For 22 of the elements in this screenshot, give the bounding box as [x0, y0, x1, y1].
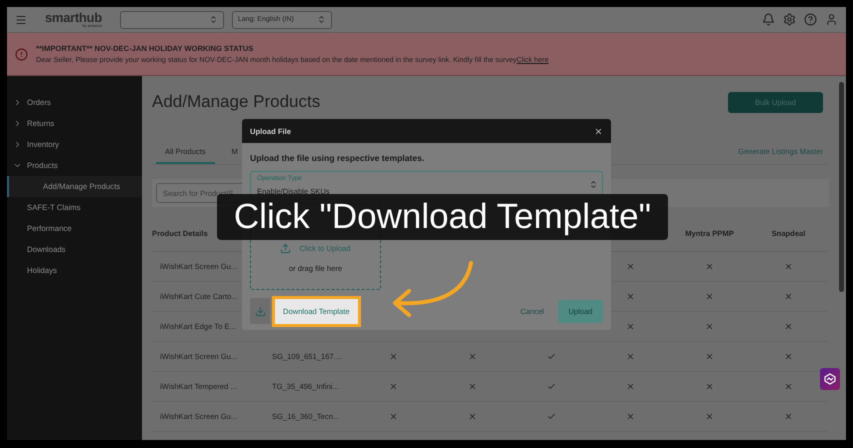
bell-icon[interactable] — [762, 13, 775, 26]
dialog-instruction: Upload the file using respective templates. — [250, 153, 426, 163]
chevrons-icon — [589, 180, 598, 189]
account-select[interactable] — [120, 10, 224, 28]
menu-icon[interactable] — [15, 14, 27, 26]
close-icon[interactable] — [594, 126, 603, 136]
chevron-down-icon — [13, 161, 22, 170]
instruction-tooltip: Click "Download Template" — [217, 194, 668, 240]
logo: smarthub — [45, 11, 102, 24]
widget-icon[interactable] — [820, 368, 840, 390]
upload-icon — [280, 243, 292, 254]
help-icon[interactable] — [804, 13, 817, 26]
user-icon[interactable] — [825, 13, 838, 26]
chevron-right-icon — [13, 98, 22, 107]
chevron-right-icon — [13, 140, 22, 149]
chevrons-icon — [208, 15, 218, 24]
page-title: Add/Manage Products — [152, 92, 320, 112]
settings-icon[interactable] — [783, 13, 796, 26]
chevrons-icon — [316, 15, 326, 24]
alert-icon — [15, 48, 28, 60]
chevron-right-icon — [13, 119, 22, 128]
scrollbar-thumb[interactable] — [838, 82, 844, 292]
